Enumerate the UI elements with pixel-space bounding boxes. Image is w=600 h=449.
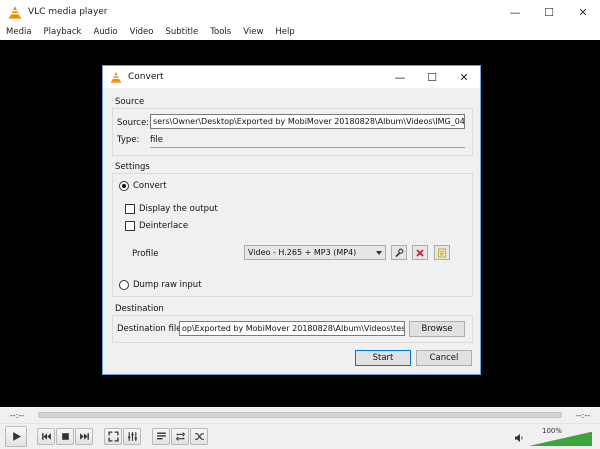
stop-button[interactable] bbox=[56, 428, 74, 445]
settings-group bbox=[112, 173, 473, 297]
delete-profile-button[interactable] bbox=[412, 245, 428, 260]
chevron-down-icon bbox=[376, 251, 382, 255]
type-label: Type: bbox=[117, 135, 140, 145]
menu-audio[interactable]: Audio bbox=[93, 27, 117, 37]
dialog-close-button[interactable]: ✕ bbox=[448, 66, 480, 88]
close-button[interactable]: ✕ bbox=[566, 0, 600, 24]
convert-radio[interactable] bbox=[119, 181, 129, 191]
remaining-time[interactable]: --:-- bbox=[566, 411, 600, 420]
dialog-title: Convert bbox=[128, 72, 164, 82]
dump-raw-label[interactable]: Dump raw input bbox=[133, 280, 202, 290]
shuffle-button[interactable] bbox=[190, 428, 208, 445]
display-output-checkbox[interactable] bbox=[125, 204, 135, 214]
fullscreen-icon bbox=[107, 431, 119, 442]
extended-settings-button[interactable] bbox=[123, 428, 141, 445]
vlc-cone-icon bbox=[110, 71, 122, 83]
vlc-cone-icon bbox=[9, 6, 21, 19]
speaker-icon bbox=[515, 434, 523, 442]
edit-profile-button[interactable] bbox=[391, 245, 407, 260]
fullscreen-button[interactable] bbox=[104, 428, 122, 445]
source-group-label: Source bbox=[115, 97, 145, 107]
destination-group-label: Destination bbox=[115, 304, 164, 314]
convert-dialog: Convert — ☐ ✕ Source Source: sers\Owner\… bbox=[102, 65, 481, 375]
window-title: VLC media player bbox=[28, 7, 108, 17]
start-button[interactable]: Start bbox=[355, 350, 411, 366]
playlist-icon bbox=[156, 432, 166, 440]
menu-playback[interactable]: Playback bbox=[44, 27, 82, 37]
profile-select[interactable]: Video - H.265 + MP3 (MP4) bbox=[244, 245, 386, 260]
equalizer-icon bbox=[127, 432, 137, 441]
menu-video[interactable]: Video bbox=[130, 27, 154, 37]
settings-group-label: Settings bbox=[115, 162, 150, 172]
destination-file-field[interactable]: op\Exported by MobiMover 20180828\Album\… bbox=[179, 321, 405, 336]
loop-button[interactable] bbox=[171, 428, 189, 445]
play-button[interactable] bbox=[5, 426, 27, 447]
seek-bar: --:-- --:-- bbox=[0, 407, 600, 423]
volume-slider[interactable] bbox=[530, 432, 592, 446]
main-titlebar: VLC media player — ☐ ✕ bbox=[0, 0, 600, 24]
cancel-button[interactable]: Cancel bbox=[416, 350, 472, 366]
menu-view[interactable]: View bbox=[243, 27, 263, 37]
deinterlace-checkbox[interactable] bbox=[125, 221, 135, 231]
type-value: file bbox=[150, 135, 163, 145]
maximize-button[interactable]: ☐ bbox=[532, 0, 566, 24]
profile-label: Profile bbox=[132, 249, 159, 259]
profile-select-value: Video - H.265 + MP3 (MP4) bbox=[248, 248, 357, 257]
shuffle-icon bbox=[194, 433, 204, 440]
previous-button[interactable] bbox=[37, 428, 55, 445]
play-icon bbox=[12, 432, 21, 441]
menu-help[interactable]: Help bbox=[275, 27, 294, 37]
wrench-icon bbox=[395, 248, 404, 257]
loop-icon bbox=[175, 432, 185, 441]
source-field[interactable]: sers\Owner\Desktop\Exported by MobiMover… bbox=[150, 114, 465, 129]
playback-controls: 100% bbox=[0, 423, 600, 449]
convert-radio-label[interactable]: Convert bbox=[133, 181, 167, 191]
menu-tools[interactable]: Tools bbox=[210, 27, 231, 37]
next-button[interactable] bbox=[75, 428, 93, 445]
skip-back-icon bbox=[41, 433, 51, 440]
menu-subtitle[interactable]: Subtitle bbox=[165, 27, 198, 37]
type-underline bbox=[150, 147, 465, 148]
volume-control[interactable]: 100% bbox=[514, 427, 594, 447]
delete-icon bbox=[416, 248, 424, 257]
browse-button[interactable]: Browse bbox=[409, 321, 465, 337]
elapsed-time: --:-- bbox=[9, 410, 25, 420]
destination-file-label: Destination file: bbox=[117, 324, 185, 334]
dump-raw-radio[interactable] bbox=[119, 280, 129, 290]
new-profile-button[interactable] bbox=[434, 245, 450, 260]
deinterlace-label[interactable]: Deinterlace bbox=[139, 221, 188, 231]
playlist-button[interactable] bbox=[152, 428, 170, 445]
stop-icon bbox=[61, 433, 69, 440]
source-label: Source: bbox=[117, 118, 150, 128]
seek-slider[interactable] bbox=[38, 412, 562, 418]
display-output-label[interactable]: Display the output bbox=[139, 204, 218, 214]
dialog-titlebar: Convert — ☐ ✕ bbox=[103, 66, 480, 88]
menu-media[interactable]: Media bbox=[6, 27, 32, 37]
skip-forward-icon bbox=[79, 433, 89, 440]
minimize-button[interactable]: — bbox=[498, 0, 532, 24]
menu-bar: Media Playback Audio Video Subtitle Tool… bbox=[0, 24, 600, 40]
new-profile-icon bbox=[438, 248, 446, 257]
dialog-maximize-button[interactable]: ☐ bbox=[416, 66, 448, 88]
dialog-minimize-button[interactable]: — bbox=[384, 66, 416, 88]
